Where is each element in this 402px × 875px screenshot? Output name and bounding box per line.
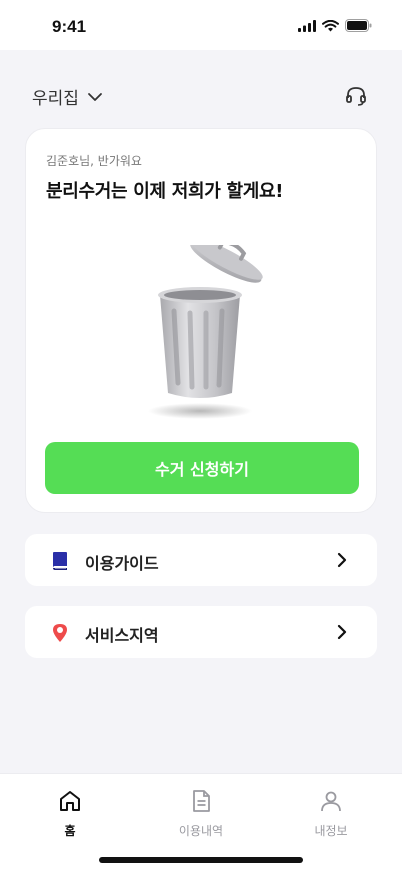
document-icon: [193, 790, 210, 812]
greeting-text: 김준호님, 반가워요: [46, 154, 142, 168]
wifi-icon: [322, 19, 339, 31]
cellular-signal-icon: [298, 19, 316, 32]
status-time: 9:41: [52, 17, 87, 36]
menu-item-label: 이용가이드: [85, 554, 159, 573]
menu-item-service-area[interactable]: 서비스지역: [25, 606, 377, 658]
book-icon: [53, 552, 67, 570]
chevron-down-icon: [88, 92, 102, 101]
pickup-request-button[interactable]: 수거 신청하기: [45, 442, 359, 494]
location-label: 우리집: [32, 89, 79, 109]
chevron-right-icon: [337, 624, 347, 640]
headline-text: 분리수거는 이제 저희가 할게요!: [46, 181, 284, 202]
tab-history[interactable]: 이용내역: [161, 788, 241, 844]
hero-card: 김준호님, 반가워요 분리수거는 이제 저희가 할게요! 수거 신청하기: [25, 128, 377, 513]
tab-label: 홈: [64, 824, 76, 838]
menu-item-guide[interactable]: 이용가이드: [25, 534, 377, 586]
home-indicator: [99, 857, 303, 863]
tab-label: 내정보: [314, 824, 348, 838]
trash-can-icon: [148, 245, 263, 419]
battery-icon: [345, 19, 372, 32]
status-bar: 9:41: [0, 0, 402, 50]
tab-home[interactable]: 홈: [30, 788, 110, 844]
home-icon: [60, 791, 80, 811]
map-pin-icon: [53, 624, 67, 642]
chevron-right-icon: [337, 552, 347, 568]
header: 우리집: [0, 50, 402, 128]
tab-label: 이용내역: [178, 824, 224, 838]
status-icons: [298, 19, 372, 32]
location-selector[interactable]: 우리집: [32, 84, 103, 109]
headset-icon[interactable]: [345, 85, 367, 107]
menu-item-label: 서비스지역: [85, 626, 159, 645]
tab-profile[interactable]: 내정보: [291, 788, 371, 844]
person-icon: [321, 791, 341, 812]
